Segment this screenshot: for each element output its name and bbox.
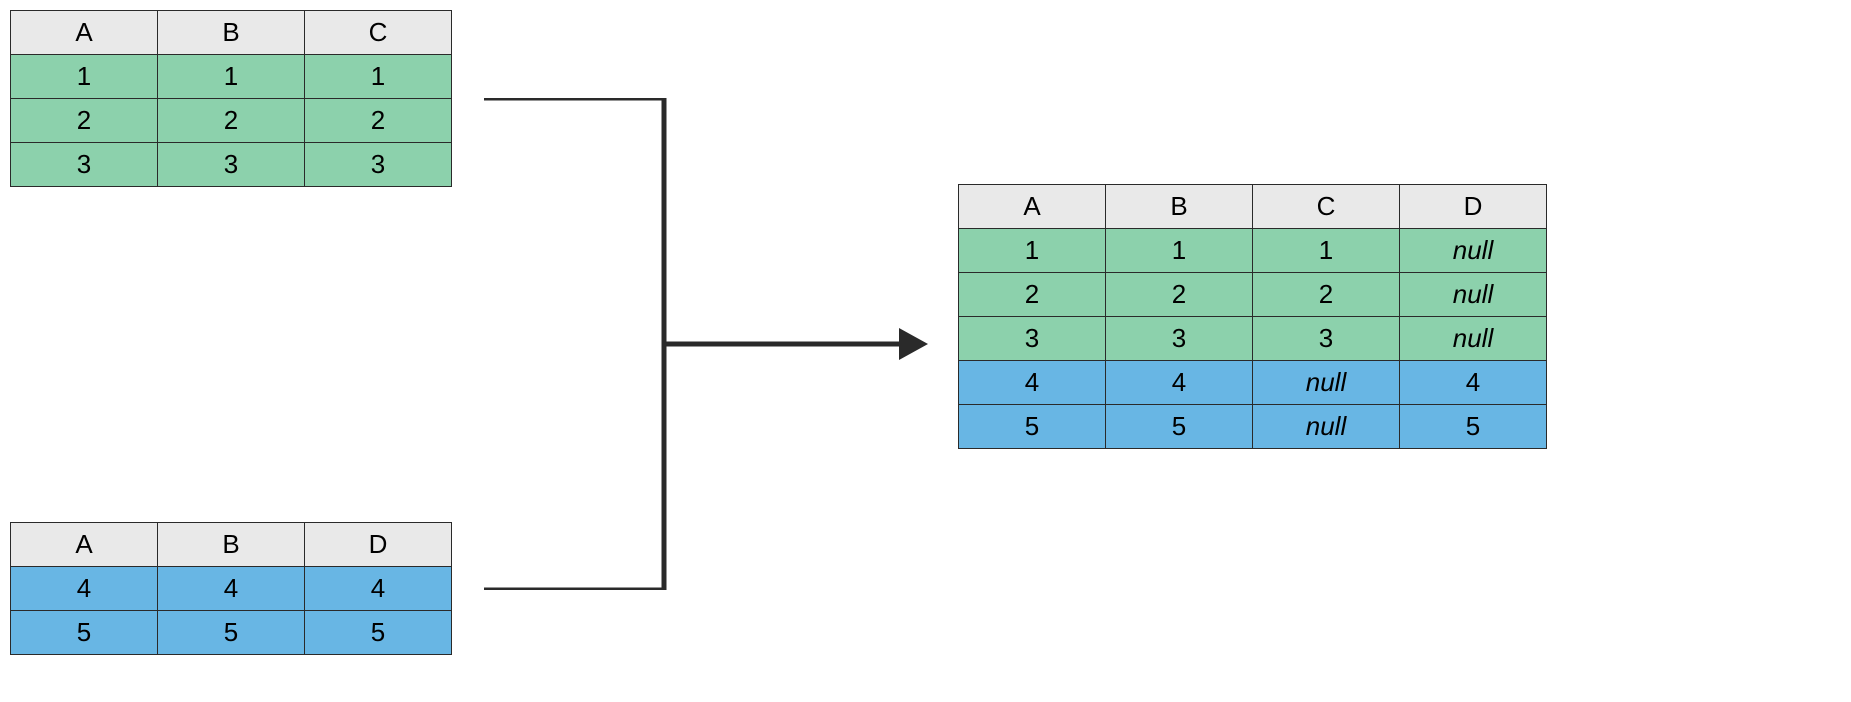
table-row: 5 5 5 xyxy=(11,611,452,655)
table-row: 3 3 3 xyxy=(11,143,452,187)
cell: 1 xyxy=(1106,229,1253,273)
cell: 5 xyxy=(158,611,305,655)
input-table-1: A B C 1 1 1 2 2 2 3 3 3 xyxy=(10,10,452,187)
cell: 2 xyxy=(1253,273,1400,317)
col-header: D xyxy=(305,523,452,567)
col-header: A xyxy=(11,523,158,567)
cell: 3 xyxy=(959,317,1106,361)
cell: 4 xyxy=(305,567,452,611)
table-row: 1 1 1 null xyxy=(959,229,1547,273)
col-header: A xyxy=(11,11,158,55)
output-table: A B C D 1 1 1 null 2 2 2 null 3 3 3 null… xyxy=(958,184,1547,449)
table-header-row: A B D xyxy=(11,523,452,567)
cell: 2 xyxy=(11,99,158,143)
cell: 5 xyxy=(305,611,452,655)
cell: 3 xyxy=(305,143,452,187)
table-row: 2 2 2 xyxy=(11,99,452,143)
cell-null: null xyxy=(1400,317,1547,361)
cell: 3 xyxy=(11,143,158,187)
cell: 5 xyxy=(959,405,1106,449)
cell: 3 xyxy=(158,143,305,187)
cell: 4 xyxy=(11,567,158,611)
cell: 1 xyxy=(11,55,158,99)
cell: 2 xyxy=(959,273,1106,317)
col-header: D xyxy=(1400,185,1547,229)
cell: 4 xyxy=(1106,361,1253,405)
cell: 2 xyxy=(305,99,452,143)
cell-null: null xyxy=(1400,273,1547,317)
table-row: 1 1 1 xyxy=(11,55,452,99)
cell: 3 xyxy=(1253,317,1400,361)
cell: 1 xyxy=(305,55,452,99)
table-row: 5 5 null 5 xyxy=(959,405,1547,449)
cell: 5 xyxy=(11,611,158,655)
cell-null: null xyxy=(1400,229,1547,273)
cell: 5 xyxy=(1400,405,1547,449)
cell: 4 xyxy=(959,361,1106,405)
cell: 1 xyxy=(959,229,1106,273)
col-header: C xyxy=(1253,185,1400,229)
col-header: B xyxy=(1106,185,1253,229)
table-row: 4 4 null 4 xyxy=(959,361,1547,405)
cell: 1 xyxy=(1253,229,1400,273)
cell: 2 xyxy=(158,99,305,143)
table-row: 2 2 2 null xyxy=(959,273,1547,317)
table-row: 4 4 4 xyxy=(11,567,452,611)
col-header: B xyxy=(158,523,305,567)
cell-null: null xyxy=(1253,361,1400,405)
merge-arrow-icon xyxy=(484,98,944,590)
cell-null: null xyxy=(1253,405,1400,449)
col-header: B xyxy=(158,11,305,55)
table-header-row: A B C D xyxy=(959,185,1547,229)
cell: 5 xyxy=(1106,405,1253,449)
cell: 3 xyxy=(1106,317,1253,361)
cell: 2 xyxy=(1106,273,1253,317)
cell: 1 xyxy=(158,55,305,99)
cell: 4 xyxy=(1400,361,1547,405)
table-header-row: A B C xyxy=(11,11,452,55)
col-header: C xyxy=(305,11,452,55)
table-row: 3 3 3 null xyxy=(959,317,1547,361)
col-header: A xyxy=(959,185,1106,229)
cell: 4 xyxy=(158,567,305,611)
input-table-2: A B D 4 4 4 5 5 5 xyxy=(10,522,452,655)
